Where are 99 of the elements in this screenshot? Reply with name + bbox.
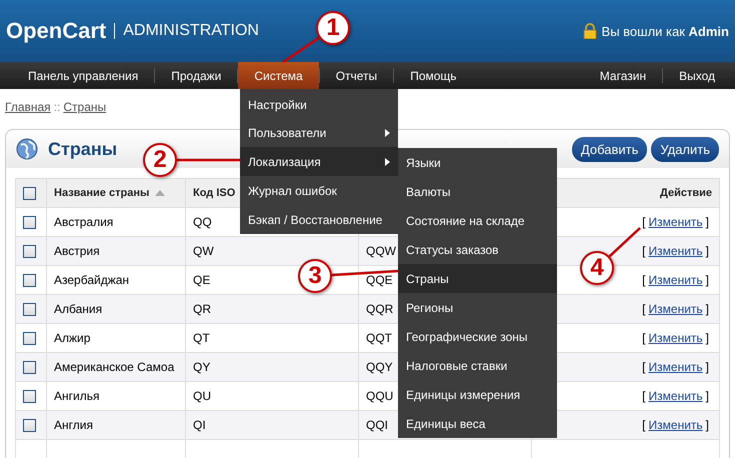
menu-item[interactable]: Налоговые ставки	[398, 351, 557, 380]
row-checkbox[interactable]	[23, 245, 36, 258]
table-cell: Англия	[54, 418, 93, 432]
edit-link[interactable]: Изменить	[648, 389, 703, 403]
row-checkbox[interactable]	[23, 332, 36, 346]
breadcrumb-link[interactable]: Страны	[63, 100, 106, 114]
nav-item[interactable]: Помощь	[394, 62, 473, 89]
bracket-text: [	[642, 302, 646, 316]
menu-item[interactable]: Журнал ошибок	[240, 176, 398, 205]
edit-link[interactable]: Изменить	[648, 215, 703, 229]
breadcrumb-link[interactable]: Главная	[5, 100, 51, 114]
menu-item[interactable]: Регионы	[398, 293, 557, 322]
table-cell: QQU	[366, 389, 394, 403]
bracket-text: [	[642, 389, 646, 403]
edit-link[interactable]: Изменить	[648, 418, 703, 432]
edit-link[interactable]: Изменить	[648, 244, 703, 258]
leader-line	[332, 270, 398, 276]
callout-number: 4	[580, 251, 614, 285]
bracket-text: [	[642, 215, 646, 229]
table-cell: Австрия	[54, 244, 100, 258]
bracket-text: [	[642, 360, 646, 374]
table-cell: QE	[193, 273, 210, 287]
table-cell: QI	[193, 418, 206, 432]
table-cell: Американское Самоа	[54, 360, 174, 374]
nav-item[interactable]: Система	[238, 62, 319, 89]
action-button[interactable]: Добавить	[572, 136, 648, 162]
table-cell: QQ	[193, 215, 212, 229]
menu-item[interactable]: Бэкап / Восстановление	[240, 205, 398, 234]
column-header[interactable]: Код ISO	[193, 187, 236, 199]
row-checkbox[interactable]	[23, 274, 36, 288]
column-header: Действие	[660, 187, 712, 199]
table-cell: QQI	[366, 418, 388, 432]
select-all-checkbox[interactable]	[23, 186, 36, 200]
menu-item[interactable]: Страны	[398, 264, 557, 293]
menu-item[interactable]: Единицы веса	[398, 409, 557, 438]
table-cell: Алжир	[54, 331, 90, 345]
menu-item[interactable]: Локализация	[240, 147, 398, 176]
table-cell: QY	[193, 360, 210, 374]
globe-icon	[16, 138, 38, 160]
table-cell: QT	[193, 331, 210, 345]
menu-item[interactable]: Настройки	[240, 89, 398, 118]
table-cell: Австралия	[54, 215, 114, 229]
row-checkbox[interactable]	[23, 419, 36, 432]
row-checkbox[interactable]	[23, 390, 36, 404]
nav-item[interactable]: Панель управления	[12, 62, 154, 89]
leader-line	[282, 36, 320, 64]
bracket-text: [	[642, 244, 646, 258]
table-cell: QQW	[366, 244, 396, 258]
row-checkbox[interactable]	[23, 303, 36, 316]
menu-item[interactable]: Языки	[398, 148, 557, 177]
bracket-text: ]	[706, 418, 709, 432]
bracket-text: [	[642, 331, 646, 345]
lock-icon	[582, 23, 597, 39]
login-status: Вы вошли как Admin	[602, 24, 729, 38]
row-checkbox[interactable]	[23, 361, 36, 374]
panel-title: Страны	[48, 138, 118, 160]
submenu-arrow-icon	[385, 128, 390, 136]
leader-line	[608, 227, 641, 258]
bracket-text: ]	[706, 244, 709, 258]
bracket-text: ]	[706, 360, 709, 374]
breadcrumb-separator: ::	[54, 100, 60, 114]
bracket-text: [	[642, 273, 646, 287]
table-cell: QQT	[366, 331, 392, 345]
table-cell: QQY	[366, 360, 393, 374]
menu-item[interactable]: Единицы измерения	[398, 380, 557, 409]
callout-number: 3	[298, 259, 332, 293]
edit-link[interactable]: Изменить	[648, 273, 703, 287]
table-cell: QW	[193, 244, 214, 258]
menu-item[interactable]: Статусы заказов	[398, 235, 557, 264]
menu-item[interactable]: Состояние на складе	[398, 206, 557, 235]
bracket-text: ]	[706, 273, 709, 287]
edit-link[interactable]: Изменить	[648, 302, 703, 316]
bracket-text: [	[642, 418, 646, 432]
logo: OpenCart	[6, 18, 106, 44]
table-cell: Ангилья	[54, 389, 100, 403]
row-checkbox[interactable]	[23, 216, 36, 230]
bracket-text: ]	[706, 389, 709, 403]
bracket-text: ]	[706, 302, 709, 316]
header-subtitle: ADMINISTRATION	[123, 22, 259, 40]
action-button[interactable]: Удалить	[651, 136, 719, 162]
bracket-text: ]	[706, 331, 709, 345]
nav-item[interactable]: Выход	[663, 62, 731, 89]
menu-item[interactable]: Пользователи	[240, 118, 398, 147]
leader-line	[177, 158, 240, 162]
table-cell: Азербайджан	[54, 273, 130, 287]
nav-item[interactable]: Магазин	[584, 62, 662, 89]
submenu-arrow-icon	[385, 158, 390, 166]
table-cell: QQR	[366, 302, 394, 316]
table-cell: QR	[193, 302, 211, 316]
edit-link[interactable]: Изменить	[648, 331, 703, 345]
menu-item[interactable]: Валюты	[398, 177, 557, 206]
nav-item[interactable]: Продажи	[155, 62, 238, 89]
edit-link[interactable]: Изменить	[648, 360, 703, 374]
nav-item[interactable]: Отчеты	[320, 62, 394, 89]
menu-item[interactable]: Географические зоны	[398, 322, 557, 351]
table-cell: QU	[193, 389, 211, 403]
bracket-text: ]	[706, 215, 709, 229]
table-cell: QQE	[366, 273, 393, 287]
table-cell: Албания	[54, 302, 102, 316]
